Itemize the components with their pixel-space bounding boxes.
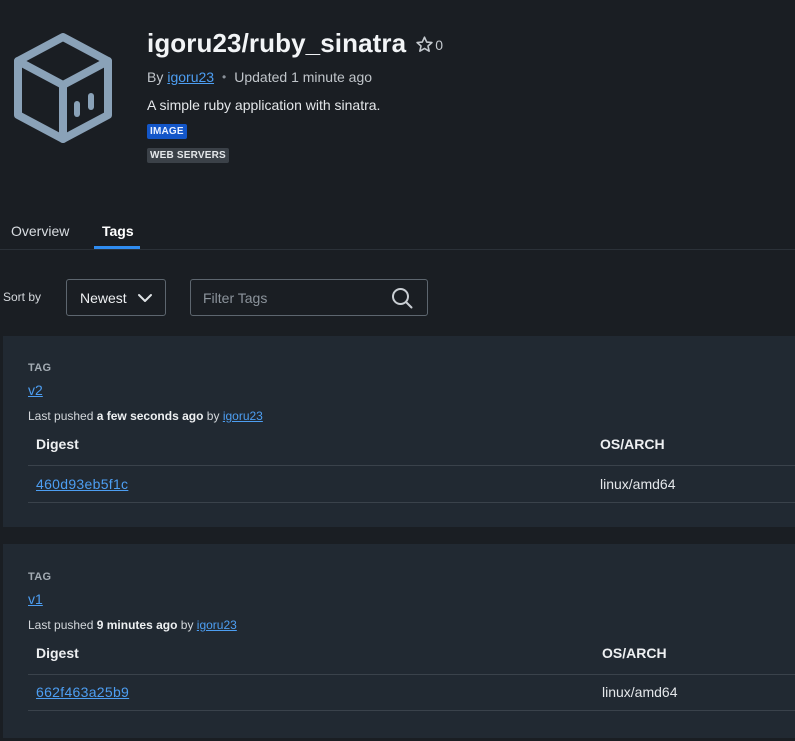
tag-section-label: TAG [28,571,52,583]
separator-dot: • [222,70,227,84]
star-outline-icon[interactable] [415,35,434,54]
os-arch-column-header: OS/ARCH [602,645,667,661]
digest-link[interactable]: 662f463a25b9 [36,684,129,700]
repository-meta: By igoru23 • Updated 1 minute ago [147,69,372,85]
table-divider [28,674,795,675]
last-pushed-text: Last pushed 9 minutes ago by igoru23 [28,618,237,632]
tag-name-link[interactable]: v1 [28,591,43,607]
pushed-time: a few seconds ago [96,409,204,423]
filter-tags-input[interactable] [203,288,383,308]
pusher-link[interactable]: igoru23 [197,618,237,632]
tag-card: TAG v1 Last pushed 9 minutes ago by igor… [3,544,795,738]
tag-card: TAG v2 Last pushed a few seconds ago by … [3,336,795,527]
active-tab-indicator [94,246,140,249]
tab-tags[interactable]: Tags [102,223,134,239]
by-label: By [147,69,164,85]
filter-tags-box [190,279,428,316]
pushed-by-label: by [180,618,194,632]
pushed-prefix: Last pushed [28,618,94,632]
table-divider [28,465,795,466]
badge-image: IMAGE [147,124,187,139]
pushed-time: 9 minutes ago [96,618,178,632]
table-divider [28,710,795,711]
chevron-down-icon [138,294,152,302]
tab-bar: Overview Tags [0,220,795,250]
owner-link[interactable]: igoru23 [167,69,214,85]
star-button[interactable]: 0 [415,35,443,54]
repository-description: A simple ruby application with sinatra. [147,97,381,113]
tag-name-link[interactable]: v2 [28,382,43,398]
sort-dropdown[interactable]: Newest [66,279,166,316]
search-icon[interactable] [391,287,413,309]
tab-overview[interactable]: Overview [11,223,69,239]
digest-link[interactable]: 460d93eb5f1c [36,476,128,492]
package-box-icon [14,33,112,143]
table-divider [28,502,795,503]
pushed-prefix: Last pushed [28,409,94,423]
badge-web-servers: WEB SERVERS [147,148,229,163]
pusher-link[interactable]: igoru23 [223,409,263,423]
digest-column-header: Digest [36,436,79,452]
updated-text: Updated 1 minute ago [234,69,373,85]
digest-column-header: Digest [36,645,79,661]
tag-section-label: TAG [28,362,52,374]
repository-title: igoru23/ruby_sinatra [147,28,407,58]
star-count: 0 [435,36,443,53]
pushed-by-label: by [206,409,220,423]
os-arch-column-header: OS/ARCH [600,436,665,452]
os-arch-value: linux/amd64 [600,476,676,492]
sort-value: Newest [80,289,127,306]
sort-label: Sort by [3,290,42,304]
os-arch-value: linux/amd64 [602,684,678,700]
last-pushed-text: Last pushed a few seconds ago by igoru23 [28,409,263,423]
